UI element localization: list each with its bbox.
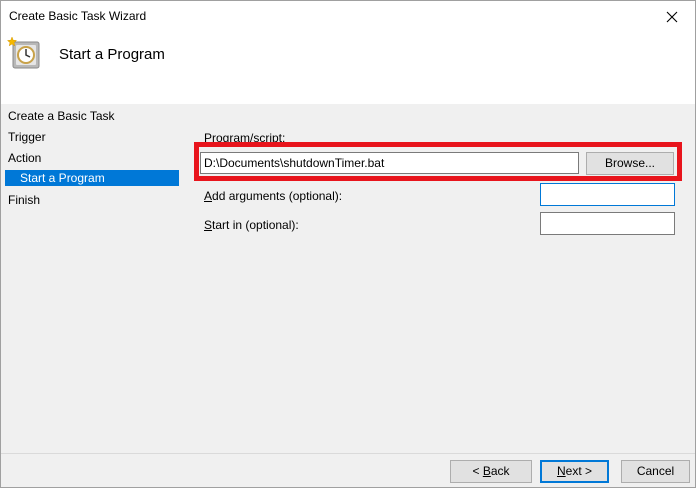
start-in-label-text: tart in (optional):	[212, 218, 299, 232]
add-arguments-label: Add arguments (optional):	[204, 189, 342, 203]
back-button[interactable]: < Back	[450, 460, 532, 483]
title-bar: Create Basic Task Wizard	[1, 1, 695, 32]
start-in-input[interactable]	[540, 212, 675, 235]
back-arrow: <	[472, 464, 483, 478]
window-title: Create Basic Task Wizard	[9, 9, 147, 23]
browse-button[interactable]: Browse...	[586, 152, 674, 175]
close-icon	[666, 11, 678, 22]
next-accel: N	[556, 464, 566, 478]
back-accel: B	[482, 464, 491, 478]
step-trigger: Trigger	[8, 130, 46, 144]
add-arguments-accel: A	[204, 189, 213, 203]
step-start-a-program: Start a Program	[5, 170, 179, 186]
wizard-window: Create Basic Task Wizard Start a Program…	[0, 0, 696, 488]
start-in-label: Start in (optional):	[204, 218, 299, 232]
program-script-input[interactable]	[200, 152, 579, 174]
close-button[interactable]	[649, 1, 695, 32]
next-label: ext >	[565, 464, 593, 478]
footer-divider	[1, 453, 695, 454]
cancel-button[interactable]: Cancel	[621, 460, 690, 483]
next-button[interactable]: Next >	[540, 460, 609, 483]
task-scheduler-clock-icon	[7, 36, 40, 69]
wizard-steps-list: Create a Basic Task Trigger Action Start…	[1, 104, 185, 454]
program-script-label: Program/script:	[204, 131, 286, 145]
add-arguments-label-text: dd arguments (optional):	[212, 189, 343, 203]
step-action: Action	[8, 151, 42, 165]
page-title: Start a Program	[59, 46, 165, 63]
wizard-header: Start a Program	[1, 32, 695, 104]
start-in-accel: S	[204, 218, 213, 232]
back-label: ack	[490, 464, 510, 478]
step-create-basic-task: Create a Basic Task	[8, 109, 115, 123]
step-finish: Finish	[8, 193, 41, 207]
add-arguments-input[interactable]	[540, 183, 675, 206]
